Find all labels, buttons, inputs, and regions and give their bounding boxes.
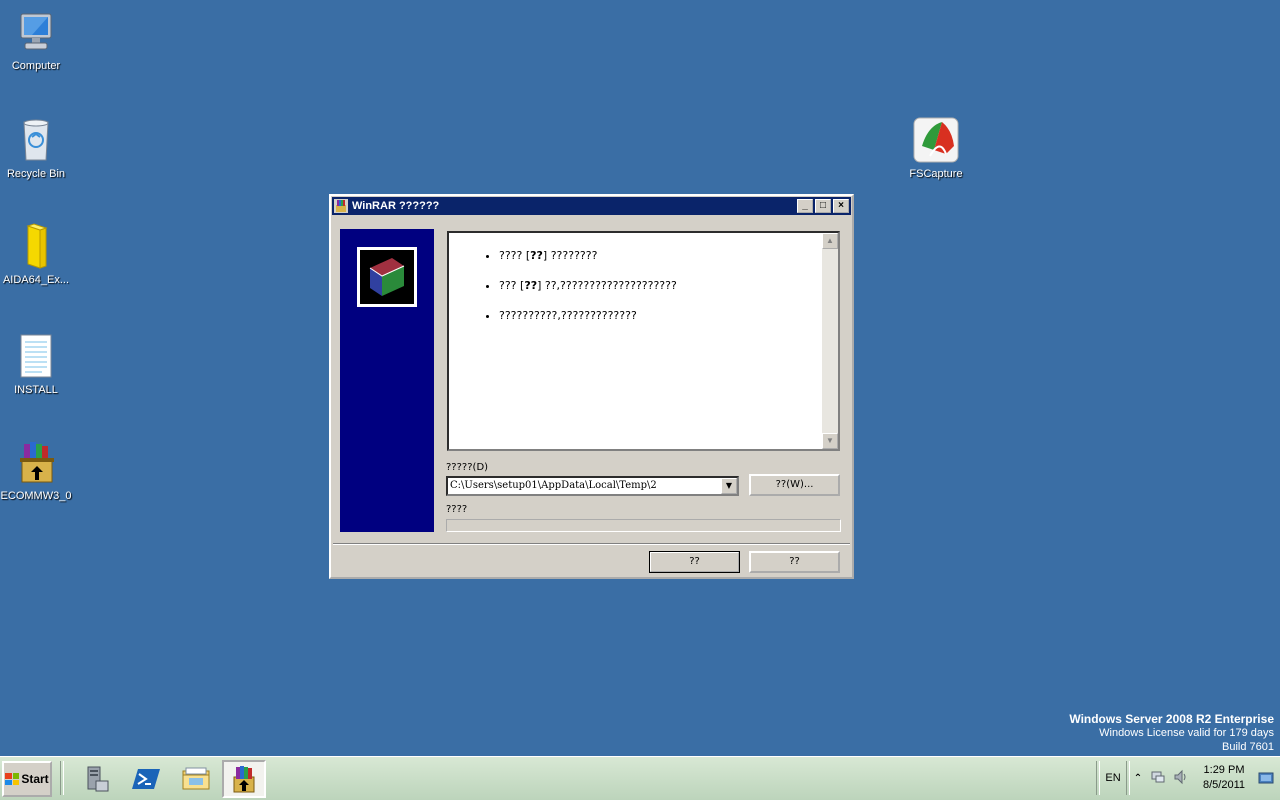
desktop-icon-recycle-bin[interactable]: Recycle Bin bbox=[0, 116, 74, 180]
watermark-license: Windows License valid for 179 days bbox=[1099, 727, 1274, 739]
taskbar: Start EN ⌃ 1:29 PM 8/5/2011 bbox=[0, 756, 1280, 800]
message-item: ??????????,????????????? bbox=[499, 309, 838, 322]
maximize-button[interactable]: □ bbox=[815, 199, 831, 213]
desktop-icon-computer[interactable]: Computer bbox=[0, 8, 74, 72]
extraction-progress-bar bbox=[446, 519, 841, 532]
desktop-icon-label: INSTALL bbox=[14, 384, 58, 396]
progress-label: ???? bbox=[446, 504, 468, 515]
desktop-icon-install[interactable]: INSTALL bbox=[0, 332, 74, 396]
windows-logo-icon bbox=[5, 773, 20, 785]
dropdown-arrow-icon[interactable]: ▼ bbox=[721, 478, 737, 494]
desktop-icon-aida64[interactable]: AIDA64_Ex... bbox=[0, 222, 74, 286]
explorer-icon[interactable] bbox=[174, 760, 218, 798]
fscapture-icon bbox=[912, 116, 960, 164]
text-file-icon bbox=[12, 332, 60, 380]
computer-icon bbox=[12, 8, 60, 56]
start-button[interactable]: Start bbox=[2, 761, 52, 797]
show-desktop-icon[interactable] bbox=[1258, 770, 1274, 786]
winrar-archive-icon bbox=[12, 438, 60, 486]
language-indicator[interactable]: EN bbox=[1100, 772, 1126, 784]
winrar-title-icon bbox=[334, 199, 348, 213]
desktop-icon-label: FSCapture bbox=[909, 168, 963, 180]
sfx-logo-icon bbox=[357, 247, 417, 307]
desktop-icon-label: AIDA64_Ex... bbox=[2, 274, 70, 286]
browse-button[interactable]: ??(W)... bbox=[749, 474, 840, 496]
server-manager-icon[interactable] bbox=[74, 760, 118, 798]
desktop-icon-label: Recycle Bin bbox=[6, 168, 66, 180]
clock-time: 1:29 PM bbox=[1203, 764, 1245, 776]
minimize-button[interactable]: _ bbox=[797, 199, 813, 213]
powershell-icon[interactable] bbox=[124, 760, 168, 798]
destination-folder-value: C:\Users\setup01\AppData\Local\Temp\2 bbox=[450, 480, 657, 491]
watermark-edition: Windows Server 2008 R2 Enterprise bbox=[1069, 712, 1274, 726]
taskbar-separator bbox=[60, 761, 64, 795]
side-banner bbox=[340, 229, 434, 532]
folder-icon bbox=[12, 222, 60, 270]
message-scrollbar[interactable]: ▲ ▼ bbox=[822, 233, 838, 449]
destination-folder-combobox[interactable]: C:\Users\setup01\AppData\Local\Temp\2 ▼ bbox=[446, 476, 739, 496]
clock-date: 8/5/2011 bbox=[1202, 779, 1245, 791]
desktop-icon-fscapture[interactable]: FSCapture bbox=[898, 116, 974, 180]
cancel-button[interactable]: ?? bbox=[749, 551, 840, 573]
dialog-titlebar[interactable]: WinRAR ?????? _ □ × bbox=[332, 197, 851, 215]
winrar-extract-dialog: WinRAR ?????? _ □ × ???? [??] ???????? ?… bbox=[329, 194, 854, 579]
dialog-separator bbox=[333, 543, 850, 545]
scroll-up-icon[interactable]: ▲ bbox=[822, 233, 838, 249]
destination-folder-label: ?????(D) bbox=[446, 462, 489, 473]
scroll-down-icon[interactable]: ▼ bbox=[822, 433, 838, 449]
desktop-icon-ecommw3[interactable]: ECOMMW3_0 bbox=[0, 438, 74, 502]
watermark-build: Build 7601 bbox=[1222, 741, 1274, 753]
dialog-title: WinRAR ?????? bbox=[352, 200, 440, 212]
windows-version-watermark: Windows Server 2008 R2 Enterprise Window… bbox=[1069, 712, 1274, 754]
recycle-bin-icon bbox=[12, 116, 60, 164]
info-message-box: ???? [??] ???????? ??? [??] ??,?????????… bbox=[447, 231, 840, 451]
desktop-icon-label: Computer bbox=[11, 60, 61, 72]
system-clock[interactable]: 1:29 PM 8/5/2011 bbox=[1192, 763, 1256, 793]
show-hidden-icons-icon[interactable]: ⌃ bbox=[1130, 773, 1146, 784]
desktop-icon-label: ECOMMW3_0 bbox=[0, 490, 72, 502]
winrar-icon[interactable] bbox=[222, 760, 266, 798]
install-button[interactable]: ?? bbox=[649, 551, 740, 573]
notification-area: EN ⌃ 1:29 PM 8/5/2011 bbox=[1096, 757, 1280, 799]
message-item: ??? [??] ??,???????????????????? bbox=[499, 279, 838, 292]
start-label: Start bbox=[21, 772, 49, 786]
network-icon[interactable] bbox=[1146, 769, 1170, 788]
close-button[interactable]: × bbox=[833, 199, 849, 213]
volume-icon[interactable] bbox=[1170, 769, 1192, 788]
message-list: ???? [??] ???????? ??? [??] ??,?????????… bbox=[449, 233, 838, 322]
message-item: ???? [??] ???????? bbox=[499, 249, 838, 262]
